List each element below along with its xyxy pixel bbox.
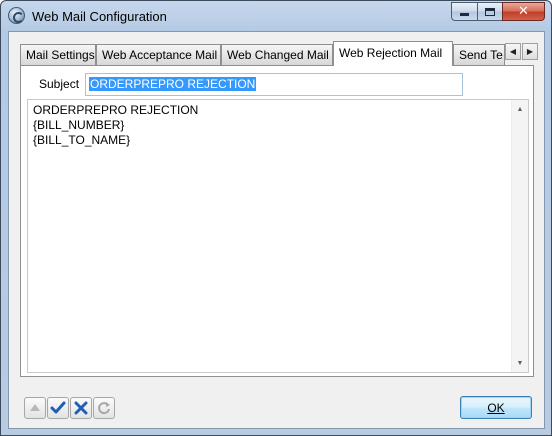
minimize-button[interactable] <box>451 2 477 21</box>
tab-scroll-left-button[interactable]: ◀ <box>505 43 521 60</box>
chevron-left-icon: ◀ <box>509 47 517 56</box>
caption-buttons: ✕ <box>451 2 545 22</box>
mail-body-textarea[interactable]: ORDERPREPRO REJECTION {BILL_NUMBER} {BIL… <box>27 99 529 373</box>
close-icon: ✕ <box>518 4 529 19</box>
scroll-down-arrow-icon[interactable]: ▼ <box>512 355 528 371</box>
confirm-button[interactable] <box>47 397 69 419</box>
mail-body-text: ORDERPREPRO REJECTION {BILL_NUMBER} {BIL… <box>33 103 198 148</box>
move-up-button[interactable] <box>24 397 46 419</box>
tab-send-test[interactable]: Send Te <box>453 44 505 65</box>
scroll-up-arrow-icon[interactable]: ▲ <box>512 101 528 117</box>
cancel-button[interactable] <box>70 397 92 419</box>
checkmark-icon <box>50 401 66 414</box>
web-mail-icon[interactable] <box>8 7 25 24</box>
tab-strip: Mail Settings Web Acceptance Mail Web Ch… <box>20 41 538 66</box>
maximize-button[interactable] <box>477 2 502 21</box>
subject-input[interactable]: ORDERPREPRO REJECTION <box>85 73 463 96</box>
arrow-up-icon <box>30 404 40 411</box>
minimize-icon <box>460 13 469 16</box>
bottom-toolbar: OK <box>9 384 544 428</box>
maximize-icon <box>485 7 495 16</box>
body-line: ORDERPREPRO REJECTION <box>33 103 199 117</box>
refresh-button[interactable] <box>93 397 115 419</box>
subject-value: ORDERPREPRO REJECTION <box>89 77 257 91</box>
subject-label: Subject <box>39 77 80 91</box>
title-bar[interactable]: Web Mail Configuration ✕ <box>1 1 551 31</box>
web-mail-configuration-window: Web Mail Configuration ✕ Mail Settings W… <box>0 0 552 436</box>
tab-web-rejection-mail[interactable]: Web Rejection Mail <box>333 41 453 66</box>
vertical-scrollbar[interactable]: ▲ ▼ <box>511 100 528 372</box>
tab-mail-settings[interactable]: Mail Settings <box>20 44 96 65</box>
tab-web-acceptance-mail[interactable]: Web Acceptance Mail <box>96 44 221 65</box>
body-line: {BILL_TO_NAME} <box>33 133 131 147</box>
ok-button-label: OK <box>487 400 505 415</box>
web-rejection-mail-page: Subject ORDERPREPRO REJECTION ORDERPREPR… <box>20 65 534 377</box>
tab-web-changed-mail[interactable]: Web Changed Mail <box>221 44 333 65</box>
window-title: Web Mail Configuration <box>32 9 167 24</box>
ok-button[interactable]: OK <box>460 396 532 419</box>
tab-scroll-right-button[interactable]: ▶ <box>522 43 538 60</box>
x-icon <box>74 401 88 415</box>
close-button[interactable]: ✕ <box>502 2 545 21</box>
refresh-icon <box>98 402 110 415</box>
body-line: {BILL_NUMBER} <box>33 118 125 132</box>
chevron-right-icon: ▶ <box>526 47 534 56</box>
dialog-client-area: Mail Settings Web Acceptance Mail Web Ch… <box>8 31 545 429</box>
